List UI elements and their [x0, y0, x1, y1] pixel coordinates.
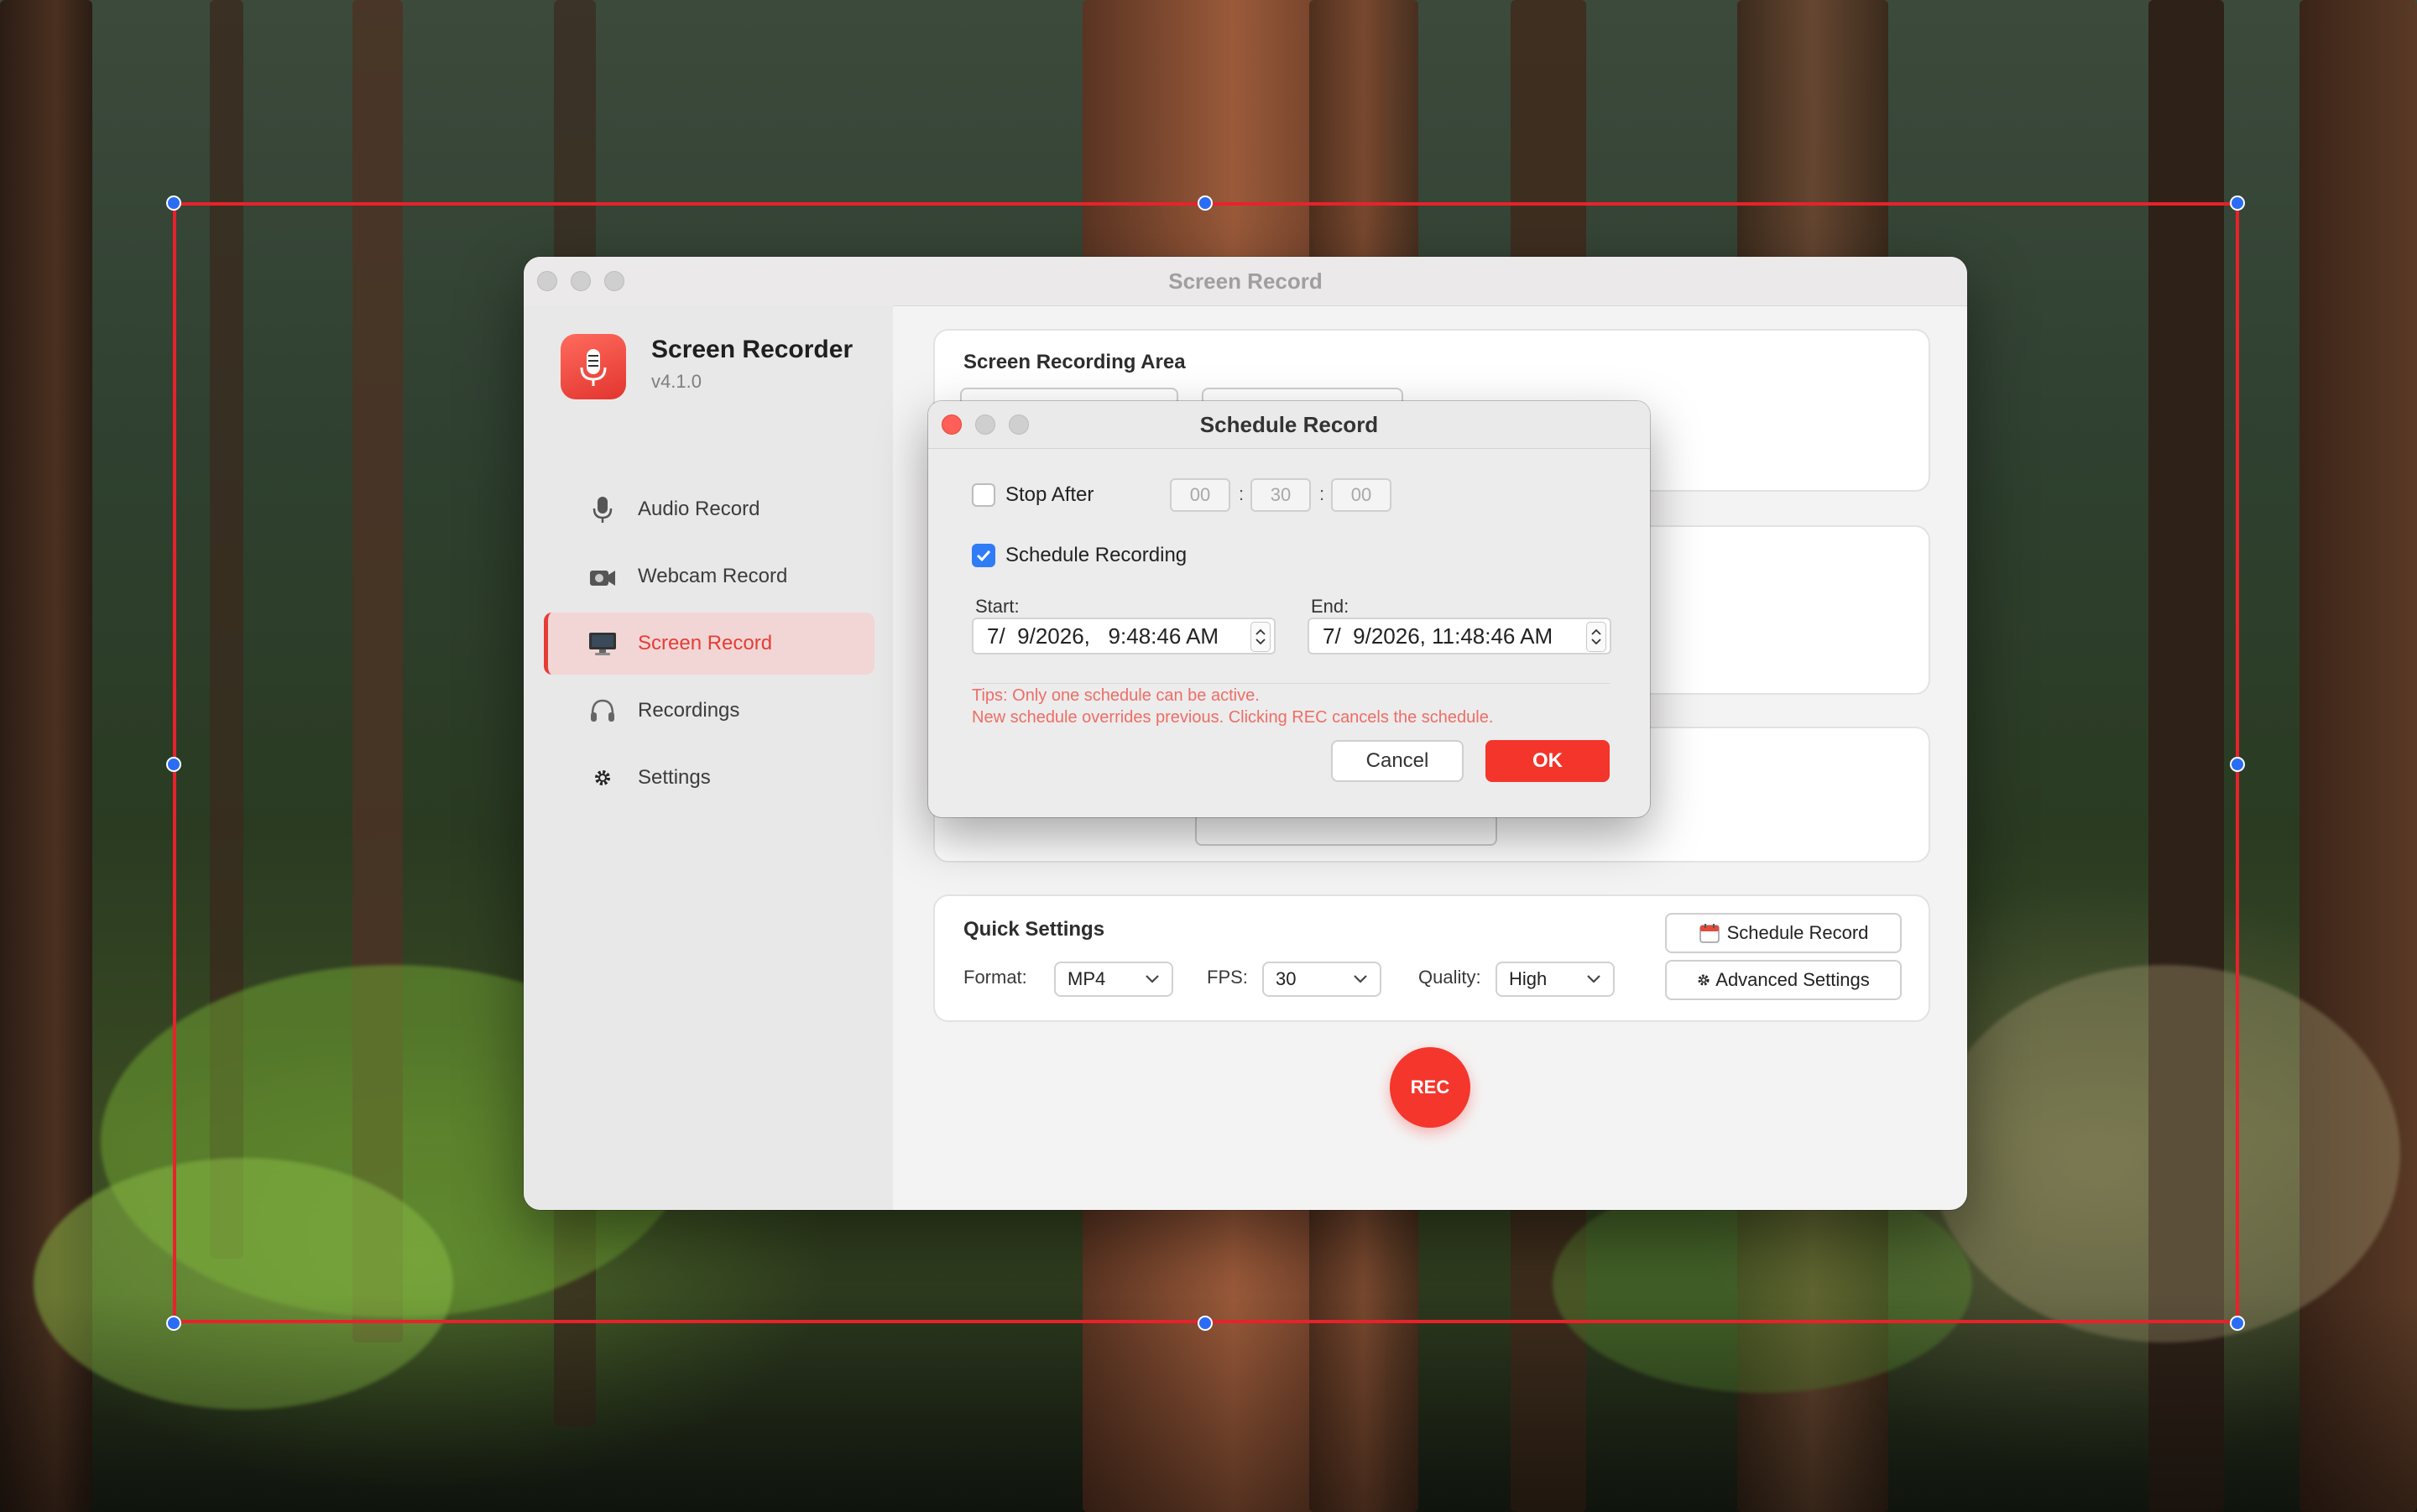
selection-handle-middle-right[interactable] [2230, 757, 2245, 772]
quick-settings-title: Quick Settings [963, 918, 1105, 941]
gear-icon [587, 763, 618, 793]
dialog-divider [972, 683, 1610, 684]
sidebar-item-label: Webcam Record [638, 565, 788, 587]
chevron-down-icon [1146, 975, 1159, 983]
end-stepper[interactable] [1586, 622, 1606, 652]
format-label: Format: [963, 967, 1027, 988]
chevron-down-icon [1354, 975, 1367, 983]
recording-area-title: Screen Recording Area [963, 351, 1186, 373]
end-datetime-picker[interactable]: 7/ 9/2026, 11:48:46 AM [1308, 618, 1611, 654]
app-logo [561, 334, 626, 399]
selection-handle-top-center[interactable] [1198, 196, 1213, 211]
stop-after-minutes-field[interactable]: 30 [1250, 478, 1311, 512]
cancel-button[interactable]: Cancel [1331, 740, 1464, 782]
sidebar-item-label: Settings [638, 766, 711, 789]
advanced-settings-button[interactable]: Advanced Settings [1665, 960, 1902, 1000]
quality-select[interactable]: High [1496, 962, 1615, 997]
format-select[interactable]: MP4 [1054, 962, 1173, 997]
end-datetime-value: 7/ 9/2026, 11:48:46 AM [1323, 623, 1553, 649]
sidebar-item-label: Recordings [638, 699, 740, 722]
sidebar-item-label: Audio Record [638, 498, 760, 520]
time-separator: : [1319, 483, 1325, 504]
stop-after-label: Stop After [1005, 483, 1094, 506]
fps-select[interactable]: 30 [1262, 962, 1381, 997]
sidebar-item-webcam-record[interactable]: Webcam Record [544, 545, 874, 607]
app-name: Screen Recorder [651, 336, 854, 363]
fps-label: FPS: [1207, 967, 1248, 988]
chevron-down-icon [1255, 639, 1266, 645]
selection-handle-bottom-center[interactable] [1198, 1316, 1213, 1331]
selection-handle-top-right[interactable] [2230, 196, 2245, 211]
selection-handle-top-left[interactable] [166, 196, 181, 211]
microphone-icon [580, 349, 607, 386]
rec-button[interactable]: REC [1390, 1047, 1470, 1128]
selection-handle-bottom-right[interactable] [2230, 1316, 2245, 1331]
sidebar: Screen Recorder v4.1.0 Audio Record Webc… [524, 305, 893, 1210]
quality-value: High [1509, 968, 1548, 989]
stop-after-hours-field[interactable]: 00 [1170, 478, 1230, 512]
schedule-record-dialog: Schedule Record Stop After 00 : 30 : 00 … [928, 401, 1650, 817]
format-value: MP4 [1068, 968, 1106, 989]
quick-settings-card: Quick Settings Format: MP4 FPS: 30 Quali… [933, 894, 1930, 1022]
calendar-icon [1699, 924, 1720, 943]
start-stepper[interactable] [1250, 622, 1271, 652]
schedule-recording-checkbox[interactable] [972, 544, 995, 567]
stop-after-seconds-field[interactable]: 00 [1331, 478, 1391, 512]
headphones-icon [587, 696, 618, 726]
advanced-settings-label: Advanced Settings [1715, 969, 1870, 990]
fps-value: 30 [1276, 968, 1297, 989]
schedule-record-label: Schedule Record [1726, 922, 1869, 943]
window-title: Screen Record [1168, 269, 1323, 294]
chevron-down-icon [1591, 639, 1601, 645]
selection-handle-middle-left[interactable] [166, 757, 181, 772]
microphone-icon [587, 494, 618, 524]
schedule-tips: Tips: Only one schedule can be active. N… [972, 685, 1493, 728]
app-version: v4.1.0 [651, 371, 702, 392]
end-label: End: [1311, 596, 1349, 617]
sidebar-item-settings[interactable]: Settings [544, 747, 874, 809]
dialog-titlebar[interactable]: Schedule Record [928, 401, 1650, 449]
sidebar-item-screen-record[interactable]: Screen Record [544, 613, 874, 675]
window-titlebar[interactable]: Screen Record [524, 257, 1967, 306]
quality-label: Quality: [1418, 967, 1481, 988]
stop-after-checkbox[interactable] [972, 483, 995, 507]
chevron-down-icon [1587, 975, 1600, 983]
schedule-record-button[interactable]: Schedule Record [1665, 913, 1902, 953]
start-datetime-value: 7/ 9/2026, 9:48:46 AM [987, 623, 1219, 649]
tips-line: Tips: Only one schedule can be active. [972, 686, 1260, 705]
checkmark-icon [976, 550, 991, 562]
selection-handle-bottom-left[interactable] [166, 1316, 181, 1331]
sidebar-item-audio-record[interactable]: Audio Record [544, 478, 874, 540]
time-separator: : [1239, 483, 1245, 504]
monitor-icon [587, 628, 618, 659]
dialog-title: Schedule Record [1199, 412, 1379, 437]
chevron-up-icon [1255, 628, 1266, 635]
schedule-recording-label: Schedule Recording [1005, 544, 1188, 566]
start-datetime-picker[interactable]: 7/ 9/2026, 9:48:46 AM [972, 618, 1276, 654]
sidebar-item-label: Screen Record [638, 632, 773, 654]
settings-card-button[interactable] [1195, 812, 1497, 846]
gear-icon [1698, 974, 1710, 986]
tips-line: New schedule overrides previous. Clickin… [972, 708, 1494, 727]
ok-button[interactable]: OK [1485, 740, 1610, 782]
start-label: Start: [975, 596, 1020, 617]
chevron-up-icon [1591, 628, 1601, 635]
camera-icon [587, 561, 618, 592]
sidebar-item-recordings[interactable]: Recordings [544, 680, 874, 742]
